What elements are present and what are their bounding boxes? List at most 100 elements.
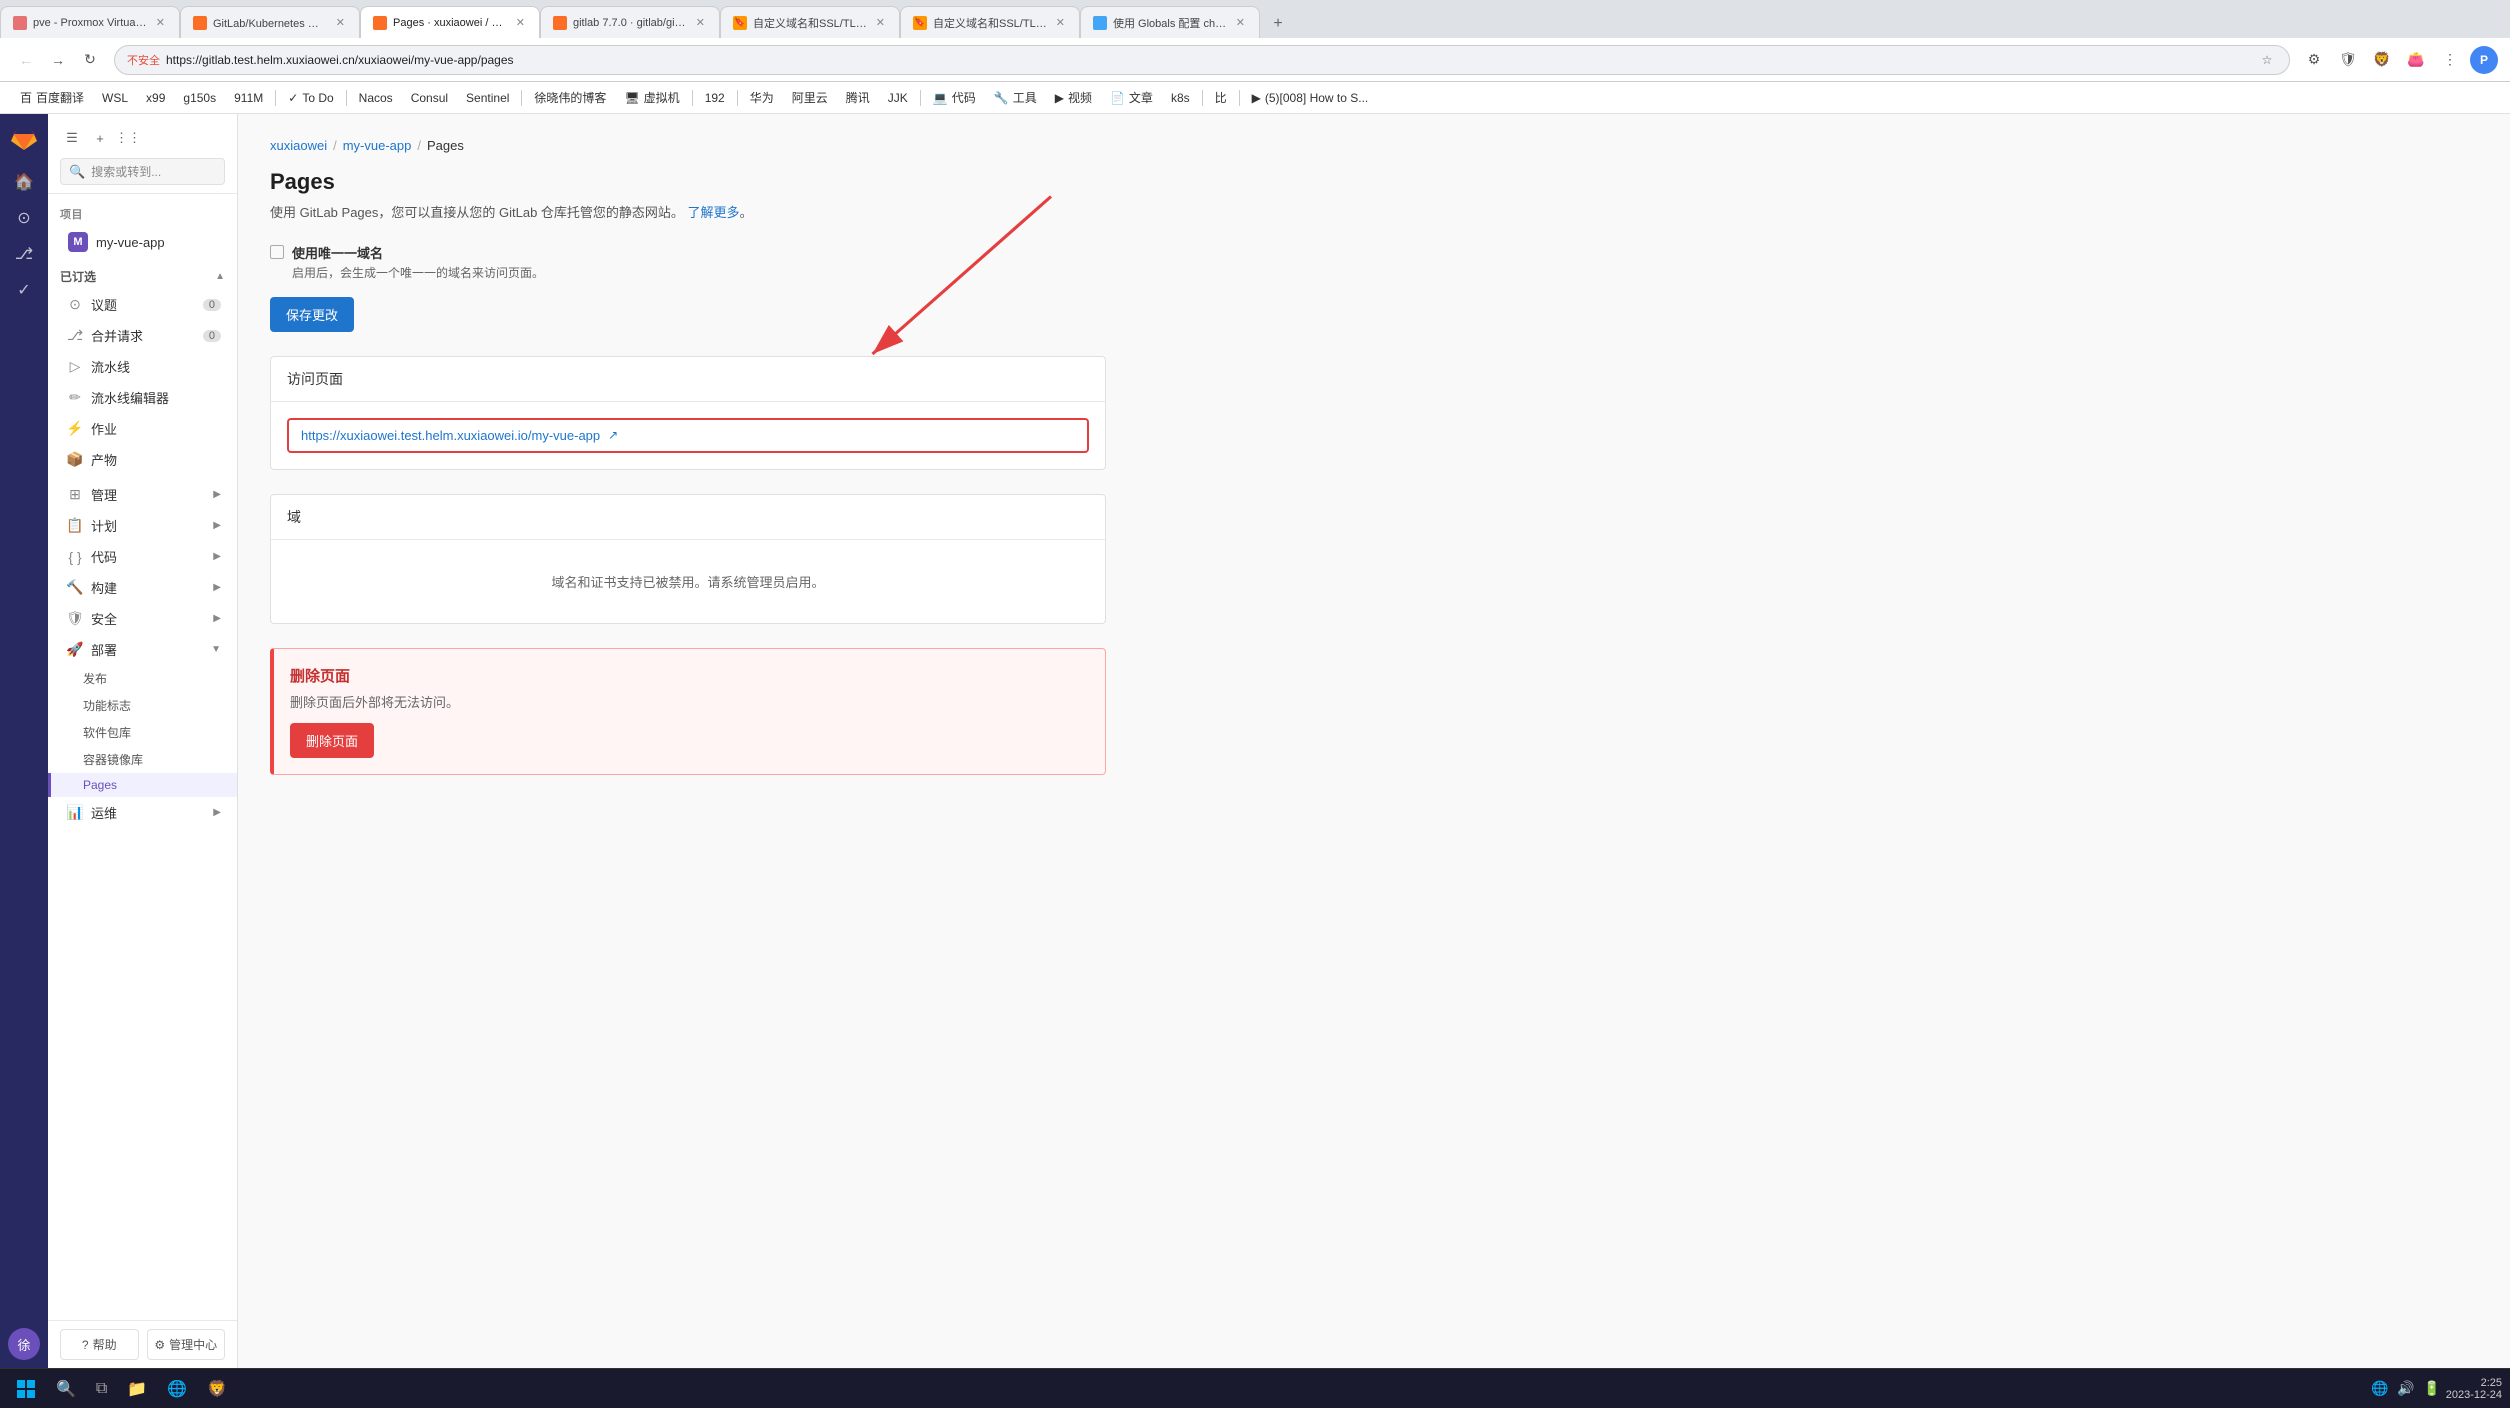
taskbar-file-explorer[interactable]: 📁 <box>119 1371 155 1407</box>
bookmark-todo[interactable]: ✓To Do <box>280 89 341 107</box>
learn-more-link[interactable]: 了解更多 <box>688 205 740 220</box>
extensions-button[interactable]: ⚙ <box>2300 46 2328 74</box>
bookmark-blog[interactable]: 徐晓伟的博客 <box>526 87 614 108</box>
bookmark-consul[interactable]: Consul <box>403 89 456 107</box>
bookmark-video[interactable]: ▶视频 <box>1047 87 1100 108</box>
wallet-icon[interactable]: 👛 <box>2402 46 2430 74</box>
breadcrumb-my-vue-app[interactable]: my-vue-app <box>343 138 412 153</box>
nav-todo-icon[interactable]: ✓ <box>8 274 40 306</box>
taskbar-task-view[interactable]: ⧉ <box>88 1371 115 1407</box>
sidebar-item-monitor[interactable]: 📊 运维 ▶ <box>48 797 237 828</box>
shield-icon[interactable]: 🛡 <box>2334 46 2362 74</box>
tab-close-k8s[interactable]: ✕ <box>334 14 347 31</box>
bookmark-tools[interactable]: 🔧工具 <box>986 87 1045 108</box>
sidebar-dots-button[interactable]: ⋮⋮ <box>116 126 140 150</box>
bookmark-code[interactable]: 💻代码 <box>925 87 984 108</box>
tab-close-globals[interactable]: ✕ <box>1234 14 1247 31</box>
sidebar-item-manage[interactable]: ⊞ 管理 ▶ <box>48 479 237 510</box>
sidebar-collapse-button[interactable]: ☰ <box>60 126 84 150</box>
bookmark-aliyun[interactable]: 阿里云 <box>784 87 836 108</box>
sidebar-item-merge-requests[interactable]: ⎇ 合并请求 0 <box>48 320 237 351</box>
taskbar-volume-icon[interactable]: 🔊 <box>2396 1379 2416 1399</box>
bookmark-tencent[interactable]: 腾讯 <box>838 87 878 108</box>
pages-url-link[interactable]: https://xuxiaowei.test.helm.xuxiaowei.io… <box>301 428 600 443</box>
forward-button[interactable]: → <box>44 46 72 74</box>
sidebar-item-container-registry[interactable]: 容器镜像库 <box>48 746 237 773</box>
taskbar-network-icon[interactable]: 🌐 <box>2370 1379 2390 1399</box>
sidebar-item-jobs[interactable]: ⚡ 作业 <box>48 413 237 444</box>
admin-icon: ⚙ <box>154 1338 165 1352</box>
sidebar-item-security[interactable]: 🛡 安全 ▶ <box>48 603 237 634</box>
tab-gitlab-repo[interactable]: gitlab 7.7.0 · gitlab/gitlab ✕ <box>540 6 720 38</box>
bookmark-x99[interactable]: x99 <box>138 89 173 107</box>
bookmark-wsl[interactable]: WSL <box>94 89 136 107</box>
url-bar[interactable]: 不安全 https://gitlab.test.helm.xuxiaowei.c… <box>114 45 2290 75</box>
delete-pages-button[interactable]: 删除页面 <box>290 723 374 758</box>
bookmark-nacos[interactable]: Nacos <box>351 89 401 107</box>
tab-globals[interactable]: 使用 Globals 配置 chart | 极... ✕ <box>1080 6 1260 38</box>
taskbar-edge[interactable]: 🌐 <box>159 1371 195 1407</box>
sidebar-item-code[interactable]: { } 代码 ▶ <box>48 541 237 572</box>
nav-merge-icon[interactable]: ⎇ <box>8 238 40 270</box>
taskbar-brave-browser[interactable]: 🦁 <box>199 1371 235 1407</box>
bookmark-vm[interactable]: 🖥虚拟机 <box>616 87 687 108</box>
taskbar-clock[interactable]: 2:25 2023-12-24 <box>2446 1377 2502 1401</box>
bookmark-star-icon[interactable]: ☆ <box>2257 50 2277 70</box>
tab-close-ssl1[interactable]: ✕ <box>874 14 887 31</box>
sidebar-item-plan[interactable]: 📋 计划 ▶ <box>48 510 237 541</box>
sidebar-search[interactable]: 🔍 搜索或转到... <box>60 158 225 185</box>
bookmark-video2[interactable]: ▶(5)[008] How to S... <box>1244 89 1377 107</box>
tab-close-pages[interactable]: ✕ <box>514 14 527 31</box>
gitlab-logo[interactable] <box>8 122 40 154</box>
taskbar-battery-icon[interactable]: 🔋 <box>2422 1379 2442 1399</box>
tab-close-ssl2[interactable]: ✕ <box>1054 14 1067 31</box>
menu-button[interactable]: ⋮ <box>2436 46 2464 74</box>
breadcrumb-xuxiaowei[interactable]: xuxiaowei <box>270 138 327 153</box>
help-button[interactable]: ? 帮助 <box>60 1329 139 1360</box>
pinned-header[interactable]: 已订选 ▲ <box>48 264 237 289</box>
monitor-label: 运维 <box>91 803 117 822</box>
tab-pve[interactable]: pve - Proxmox Virtual Enviro... ✕ <box>0 6 180 38</box>
nav-issues-icon[interactable]: ⊙ <box>8 202 40 234</box>
sidebar-item-build[interactable]: 🔨 构建 ▶ <box>48 572 237 603</box>
bookmark-huawei[interactable]: 华为 <box>742 87 782 108</box>
sidebar-item-feature-flags[interactable]: 功能标志 <box>48 692 237 719</box>
bookmark-911m[interactable]: 911M <box>226 89 271 107</box>
bookmark-compare[interactable]: 比 <box>1207 87 1235 108</box>
sidebar-item-pipeline[interactable]: ▷ 流水线 <box>48 351 237 382</box>
tab-gitlab-k8s[interactable]: GitLab/Kubernetes 知识库 ✕ <box>180 6 360 38</box>
windows-start-button[interactable] <box>8 1371 44 1407</box>
tab-pages-active[interactable]: Pages · xuxiaowei / my-vue-... ✕ <box>360 6 540 38</box>
tab-ssl1[interactable]: 🔖 自定义域名和SSL/TLS 证书 |... ✕ <box>720 6 900 38</box>
sidebar-item-deploy[interactable]: 🚀 部署 ▼ <box>48 634 237 665</box>
new-tab-button[interactable]: + <box>1264 10 1292 38</box>
bookmark-192[interactable]: 192 <box>697 89 733 107</box>
bookmark-k8s[interactable]: k8s <box>1163 89 1198 107</box>
sidebar-item-pipeline-editor[interactable]: ✏ 流水线编辑器 <box>48 382 237 413</box>
bookmark-article[interactable]: 📄文章 <box>1102 87 1161 108</box>
bookmark-sentinel[interactable]: Sentinel <box>458 89 517 107</box>
tab-close-repo[interactable]: ✕ <box>694 14 707 31</box>
sidebar-item-pages[interactable]: Pages <box>48 773 237 797</box>
sidebar-item-issues[interactable]: ⊙ 议题 0 <box>48 289 237 320</box>
bookmark-g150s[interactable]: g150s <box>175 89 224 107</box>
sidebar-item-releases[interactable]: 发布 <box>48 665 237 692</box>
taskbar-search[interactable]: 🔍 <box>48 1371 84 1407</box>
back-button[interactable]: ← <box>12 46 40 74</box>
project-link[interactable]: M my-vue-app <box>60 228 225 256</box>
tab-close-pve[interactable]: ✕ <box>154 14 167 31</box>
nav-home-icon[interactable]: 🏠 <box>8 166 40 198</box>
sidebar-item-artifacts[interactable]: 📦 产物 <box>48 444 237 475</box>
nav-profile-icon[interactable]: 徐 <box>8 1328 40 1360</box>
unique-domain-checkbox[interactable] <box>270 245 284 259</box>
reload-button[interactable]: ↻ <box>76 46 104 74</box>
tab-ssl2[interactable]: 🔖 自定义域名和SSL/TLS 证书 |... ✕ <box>900 6 1080 38</box>
bookmark-jjk[interactable]: JJK <box>880 89 916 107</box>
bookmark-baidu-translate[interactable]: 百百度翻译 <box>12 87 92 108</box>
sidebar-item-package-registry[interactable]: 软件包库 <box>48 719 237 746</box>
profile-avatar[interactable]: P <box>2470 46 2498 74</box>
brave-shield-icon[interactable]: 🦁 <box>2368 46 2396 74</box>
save-button[interactable]: 保存更改 <box>270 297 354 332</box>
admin-center-button[interactable]: ⚙ 管理中心 <box>147 1329 226 1360</box>
sidebar-new-button[interactable]: + <box>88 126 112 150</box>
